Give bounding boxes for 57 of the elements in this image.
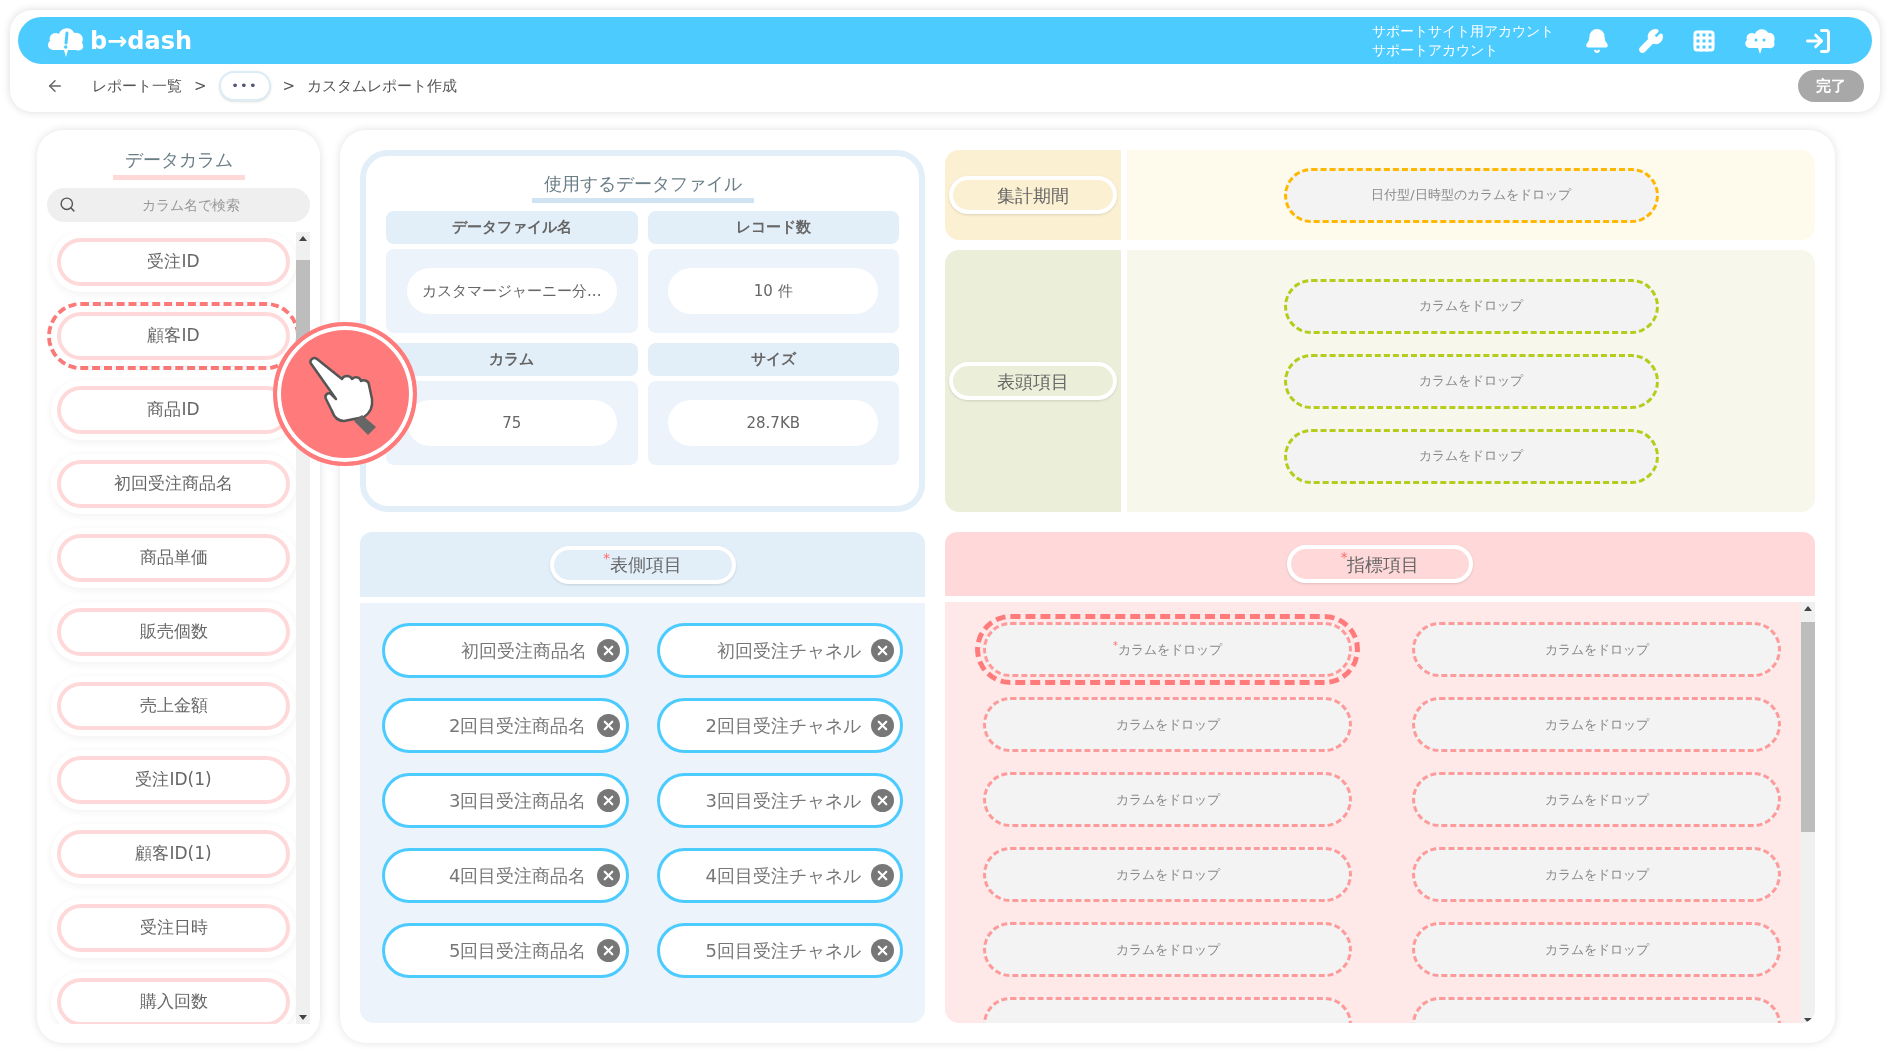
remove-icon[interactable] [596, 864, 620, 887]
account-name: サポートサイト用アカウント [1372, 21, 1554, 41]
column-chip[interactable]: 3回目受注商品名 [382, 773, 629, 828]
drop-zone[interactable]: カラムをドロップ [1412, 622, 1781, 678]
remove-icon[interactable] [871, 864, 894, 887]
remove-icon[interactable] [596, 639, 620, 662]
field-label: データファイル名 [386, 211, 638, 244]
scrollbar[interactable] [1801, 602, 1815, 1023]
sidebar-title: データカラム [112, 146, 245, 180]
field-value: 10 件 [668, 268, 879, 314]
remove-icon[interactable] [871, 714, 894, 737]
drop-zone[interactable]: カラムをドロップ [983, 772, 1352, 828]
column-chip[interactable]: 初回受注商品名 [382, 623, 629, 678]
breadcrumb-separator: > [194, 75, 207, 97]
breadcrumb-separator: > [282, 75, 296, 97]
remove-icon[interactable] [871, 789, 894, 812]
drop-zone[interactable]: カラムをドロップ [1412, 772, 1781, 828]
search-field[interactable]: カラム名で検索 [47, 188, 310, 222]
drop-zone[interactable]: カラムをドロップ [983, 847, 1352, 903]
field-label: サイズ [647, 343, 899, 376]
remove-icon[interactable] [596, 714, 620, 737]
drop-zone[interactable]: カラムをドロップ [1412, 922, 1781, 978]
column-chip[interactable]: 初回受注チャネル [656, 623, 903, 678]
header-items-label: 表頭項目 [949, 362, 1117, 400]
field-label: レコード数 [647, 211, 899, 244]
field-value: カスタマージャーニー分... [406, 268, 617, 314]
drop-zone[interactable]: 日付型/日時型のカラムをドロップ [1283, 167, 1659, 223]
logo-text: b→dash [90, 25, 193, 57]
period-label: 集計期間 [949, 176, 1117, 214]
remove-icon[interactable] [871, 639, 894, 662]
column-chip[interactable]: 3回目受注チャネル [656, 773, 903, 828]
column-chip[interactable]: 2回目受注チャネル [656, 698, 903, 753]
breadcrumb-link[interactable]: レポート一覧 [92, 74, 182, 98]
drop-zone[interactable]: カラムをドロップ [983, 697, 1352, 753]
column-chip[interactable]: 2回目受注商品名 [382, 698, 629, 753]
account-name: サポートアカウント [1372, 40, 1499, 60]
breadcrumb-more-button[interactable]: ••• [218, 71, 271, 101]
row-items-label: $^{*}$表側項目 [549, 545, 736, 584]
drop-zone[interactable]: カラムをドロップ [1283, 353, 1659, 409]
column-chip[interactable]: 5回目受注チャネル [656, 923, 903, 978]
remove-icon[interactable] [871, 939, 894, 962]
breadcrumb-current: カスタムレポート作成 [307, 75, 458, 97]
field-value: 28.7KB [668, 400, 879, 446]
drop-zone[interactable]: カラムをドロップ [1283, 428, 1659, 484]
search-icon [59, 196, 76, 213]
column-chip[interactable]: 5回目受注商品名 [382, 923, 629, 978]
field-value: 75 [406, 400, 617, 446]
column-chip[interactable]: 4回目受注チャネル [656, 848, 903, 903]
metrics-label: $^{*}$指標項目 [1287, 545, 1473, 584]
column-chip[interactable]: 4回目受注商品名 [382, 848, 629, 903]
remove-icon[interactable] [596, 789, 620, 812]
remove-icon[interactable] [596, 939, 620, 962]
data-file-title: 使用するデータファイル [531, 170, 754, 203]
drop-zone[interactable]: カラムをドロップ [1283, 278, 1659, 334]
drop-zone[interactable]: カラムをドロップ [983, 922, 1352, 978]
drop-zone[interactable]: カラムをドロップ [1412, 847, 1781, 903]
drop-zone[interactable]: カラムをドロップ [1412, 697, 1781, 753]
